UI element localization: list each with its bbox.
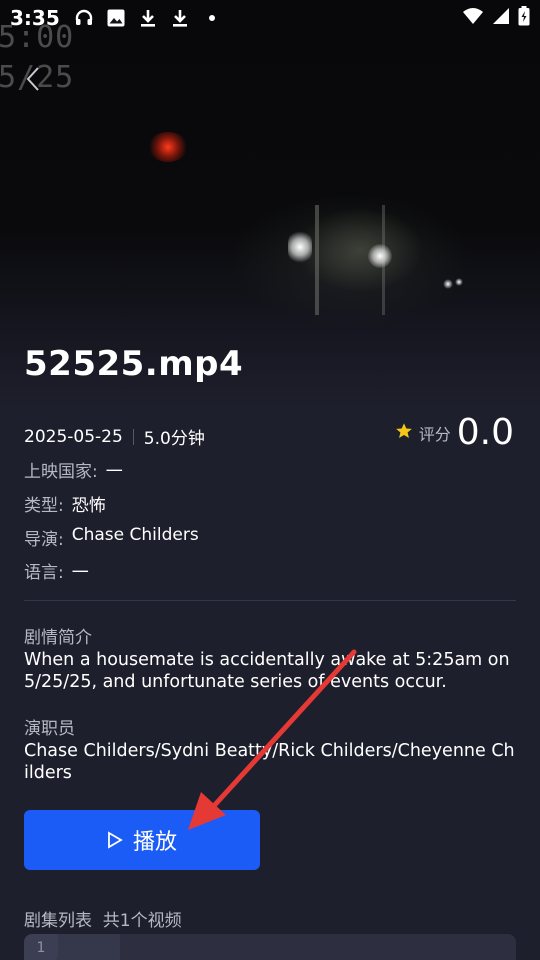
rating-value: 0.0 bbox=[456, 412, 514, 453]
episode-list-header: 剧集列表 共1个视频 bbox=[24, 911, 182, 931]
cover-red-light bbox=[148, 132, 188, 162]
meta-divider bbox=[132, 428, 134, 445]
info-genre: 类型: 恐怖 bbox=[24, 491, 106, 516]
episode-item[interactable]: 1 bbox=[24, 934, 120, 960]
info-country: 上映国家: 一 bbox=[24, 457, 123, 482]
episode-list: 1 bbox=[24, 934, 516, 960]
headphones-icon bbox=[74, 8, 94, 28]
signal-icon bbox=[492, 7, 510, 29]
director-value: Chase Childers bbox=[71, 525, 199, 545]
episode-number: 1 bbox=[24, 934, 58, 960]
download-icon bbox=[170, 8, 190, 28]
cover-light bbox=[288, 230, 312, 264]
release-date: 2025-05-25 bbox=[24, 426, 123, 447]
download-icon bbox=[138, 8, 158, 28]
wifi-icon bbox=[462, 7, 484, 29]
cover-light bbox=[443, 279, 453, 289]
synopsis-text: When a housemate is accidentally awake a… bbox=[24, 650, 510, 692]
director-label: 导演: bbox=[24, 530, 64, 550]
genre-value: 恐怖 bbox=[71, 496, 106, 516]
language-label: 语言: bbox=[24, 563, 64, 583]
cast-label: 演职员 bbox=[24, 719, 75, 739]
synopsis-label: 剧情简介 bbox=[24, 628, 92, 648]
chevron-left-icon bbox=[25, 66, 41, 96]
status-time: 3:35 bbox=[10, 6, 60, 30]
duration: 5.0分钟 bbox=[143, 429, 205, 449]
cast-text: Chase Childers/Sydni Beatty/Rick Childer… bbox=[24, 741, 515, 783]
dot-icon bbox=[202, 8, 222, 28]
cover-light bbox=[368, 244, 392, 268]
status-right-icons bbox=[462, 6, 530, 30]
country-value: 一 bbox=[105, 462, 123, 482]
play-button-label: 播放 bbox=[132, 830, 177, 855]
rating: 评分 0.0 bbox=[395, 412, 514, 453]
genre-label: 类型: bbox=[24, 496, 64, 516]
status-bar: 3:35 bbox=[0, 0, 540, 36]
rating-label: 评分 bbox=[418, 424, 451, 444]
info-director: 导演: Chase Childers bbox=[24, 525, 199, 550]
info-language: 语言: 一 bbox=[24, 558, 89, 583]
country-label: 上映国家: bbox=[24, 462, 98, 482]
section-divider bbox=[24, 600, 516, 601]
cover-light bbox=[455, 278, 463, 286]
back-button[interactable] bbox=[18, 64, 48, 98]
star-icon bbox=[395, 422, 413, 444]
video-title: 52525.mp4 bbox=[24, 344, 244, 384]
meta-row: 2025-05-25 5.0分钟 bbox=[24, 424, 205, 450]
language-value: 一 bbox=[71, 563, 89, 583]
play-button[interactable]: 播放 bbox=[24, 810, 260, 870]
play-icon bbox=[107, 831, 123, 849]
battery-icon bbox=[518, 6, 530, 30]
image-icon bbox=[106, 8, 126, 28]
